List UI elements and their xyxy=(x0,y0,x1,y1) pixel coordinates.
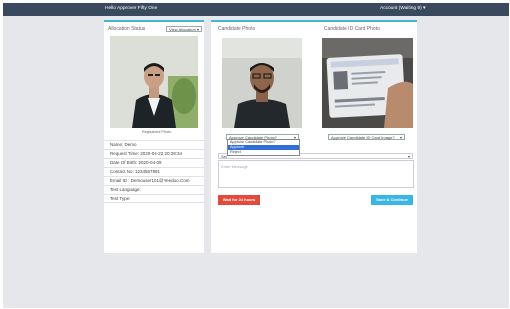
top-bar: Hello Approver Fifty One Account (Waitin… xyxy=(3,3,509,16)
allocation-title: Allocation Status xyxy=(108,26,146,32)
account-menu[interactable]: Account (Waiting 9) ▾ xyxy=(380,6,425,11)
allocation-select[interactable]: View Allocation ▾ xyxy=(166,26,202,32)
detail-contact: Contact No: 1234567891 xyxy=(104,167,204,176)
chevron-down-icon: ▾ xyxy=(399,135,402,140)
allocation-select-value: View Allocation xyxy=(169,27,196,32)
message-textarea[interactable]: Enter Message xyxy=(218,160,414,188)
approve-id-select-value: Approve Candidate ID Card Image? xyxy=(331,135,395,140)
approve-id-select[interactable]: Approve Candidate ID Card Image? ▾ xyxy=(328,134,405,140)
registered-photo xyxy=(110,36,198,128)
detail-test-type: Test Type: xyxy=(104,194,204,203)
approve-photo-options: Approve Candidate Photo? Approve Reject xyxy=(227,139,300,156)
allocation-panel: Allocation Status View Allocation ▾ Regi… xyxy=(104,20,204,253)
greeting-text: Hello Approver Fifty One xyxy=(105,6,158,11)
candidate-id-card-photo xyxy=(322,38,413,128)
feedback-select-value: Sel xyxy=(221,154,227,159)
photo-caption: Registered Photo xyxy=(142,130,172,134)
candidate-photo-title: Candidate Photo xyxy=(218,26,256,32)
candidate-photo xyxy=(222,38,302,128)
chevron-down-icon: ▾ xyxy=(196,27,199,32)
detail-dob: Date Of Birth: 2020-04-09 xyxy=(104,158,204,167)
chevron-down-icon: ▾ xyxy=(407,154,410,159)
detail-name: Name: Demo xyxy=(104,140,204,149)
detail-test-language: Test Language: xyxy=(104,185,204,194)
option-reject[interactable]: Reject xyxy=(228,150,299,155)
candidate-id-title: Candidate ID Card Photo xyxy=(324,26,380,32)
detail-email: Email ID : Demouser101@Yeedoo.Com xyxy=(104,176,204,185)
message-placeholder: Enter Message xyxy=(221,164,248,169)
wait-24-hours-button[interactable]: Wait for 24 hours xyxy=(218,195,260,205)
review-panel: Candidate Photo Candidate ID Card Photo xyxy=(211,20,417,253)
save-continue-button[interactable]: Save & Continue xyxy=(371,195,413,205)
detail-request-time: Request Time: 2020-04-22 20:28:34 xyxy=(104,149,204,158)
